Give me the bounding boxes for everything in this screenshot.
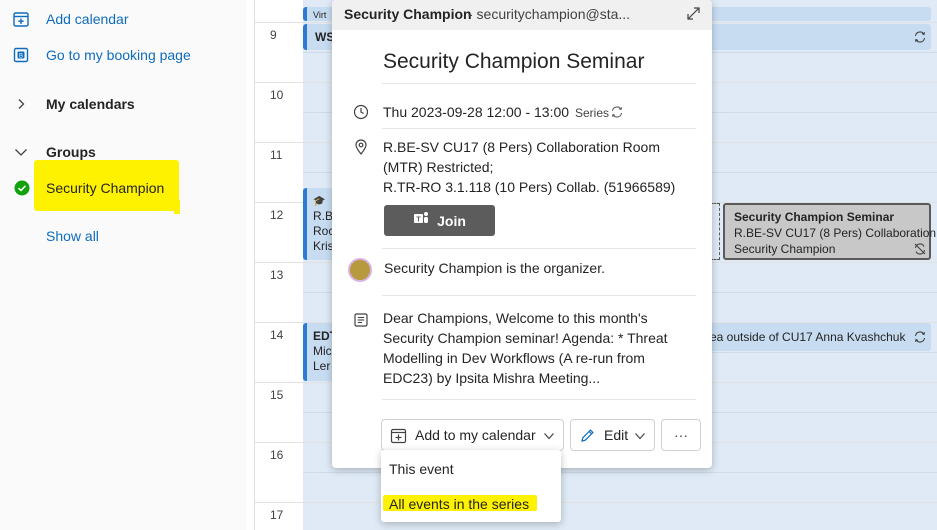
event-line: Ler xyxy=(313,359,331,373)
show-all-link[interactable]: Show all xyxy=(0,226,246,246)
location-pin-icon xyxy=(352,138,370,156)
sidebar: Add calendar B Go to my booking page My … xyxy=(0,0,246,530)
hour-label: 11 xyxy=(270,148,283,162)
chevron-down-icon xyxy=(634,429,646,445)
calendar-event-edt[interactable]: EDT Mic Ler xyxy=(303,323,335,381)
booking-page-label: Go to my booking page xyxy=(46,47,191,63)
menu-item-all-events[interactable]: All events in the series xyxy=(389,496,529,512)
add-to-calendar-dropdown: This event All events in the series xyxy=(381,450,561,522)
chevron-right-icon xyxy=(12,95,30,113)
teams-icon: T xyxy=(413,210,429,231)
event-datetime: Thu 2023-09-28 12:00 - 13:00 xyxy=(383,104,570,120)
join-label: Join xyxy=(437,212,466,229)
selected-event[interactable]: Security Champion Seminar R.BE-SV CU17 (… xyxy=(723,203,936,260)
calendar-add-icon xyxy=(390,427,407,447)
groups-label: Groups xyxy=(46,144,96,160)
join-button[interactable]: T Join xyxy=(384,205,495,236)
divider xyxy=(382,128,696,129)
menu-item-this-event[interactable]: This event xyxy=(389,461,454,477)
recurrence-icon xyxy=(913,330,927,347)
hour-line xyxy=(254,502,937,503)
avatar xyxy=(348,258,372,282)
organizer-text: Security Champion is the organizer. xyxy=(384,260,605,276)
hour-label: 10 xyxy=(270,88,284,102)
location-line: R.BE-SV CU17 (8 Pers) Collaboration Room xyxy=(383,139,660,155)
description-line: Modelling in Dev Workflows (A re-run fro… xyxy=(383,350,645,366)
popup-calendar-name: Security Champion xyxy=(344,6,472,22)
event-title: Virt xyxy=(313,10,327,20)
notes-icon xyxy=(352,311,370,329)
edit-button[interactable]: Edit xyxy=(570,419,655,451)
popup-calendar-email: - securitychampion@sta... xyxy=(468,6,631,22)
add-to-calendar-button[interactable]: Add to my calendar xyxy=(381,419,564,451)
edit-label: Edit xyxy=(604,427,629,443)
hour-label: 16 xyxy=(270,448,284,462)
hour-label: 13 xyxy=(270,268,284,282)
divider xyxy=(382,83,696,84)
recurrence-icon xyxy=(913,30,927,47)
booking-icon: B xyxy=(12,46,30,64)
event-title: Security Champion Seminar xyxy=(383,50,645,73)
calendar-event-right-14[interactable]: ea outside of CU17 Anna Kvashchuk xyxy=(700,323,931,351)
event-location: R.BE-SV CU17 (8 Pers) Collaboration xyxy=(734,226,937,240)
event-organizer: Security Champion xyxy=(734,242,836,256)
my-calendars-label: My calendars xyxy=(46,96,135,112)
series-label: Series xyxy=(575,106,610,120)
hour-label: 9 xyxy=(270,28,277,42)
add-calendar-item[interactable]: Add calendar xyxy=(0,9,246,29)
location-line: R.TR-RO 3.1.118 (10 Pers) Collab. (51966… xyxy=(383,179,676,195)
recurrence-off-icon xyxy=(913,242,927,259)
checked-circle-icon xyxy=(13,179,31,197)
hour-label: 12 xyxy=(270,208,284,222)
event-popup: Security Champion - securitychampion@sta… xyxy=(332,0,712,468)
cap-icon: 🎓 xyxy=(313,196,326,207)
expand-icon[interactable] xyxy=(686,6,701,24)
divider xyxy=(382,295,696,296)
chevron-down-icon xyxy=(12,143,30,161)
event-line: R.B xyxy=(313,209,334,223)
hour-label: 14 xyxy=(270,328,284,342)
event-title: Security Champion Seminar xyxy=(734,210,895,224)
event-line: EDT xyxy=(313,329,335,343)
hour-label: 17 xyxy=(270,508,284,522)
calendar-event-left-12[interactable]: 🎓 R.B Roc Kris xyxy=(303,188,335,260)
clock-icon xyxy=(352,103,370,121)
description-line: Security Champion seminar! Agenda: * Thr… xyxy=(383,330,668,346)
popup-header: Security Champion - securitychampion@sta… xyxy=(332,0,712,30)
groups-toggle[interactable]: Groups xyxy=(0,142,246,162)
divider xyxy=(382,248,696,249)
svg-text:B: B xyxy=(19,53,23,59)
event-line: ea outside of CU17 Anna Kvashchuk xyxy=(710,330,906,344)
add-to-calendar-label: Add to my calendar xyxy=(415,427,536,443)
add-calendar-label: Add calendar xyxy=(46,11,129,27)
group-item-security-champion[interactable]: Security Champion xyxy=(0,177,246,199)
divider xyxy=(382,399,696,400)
more-options-button[interactable]: ··· xyxy=(661,419,701,451)
recurrence-icon xyxy=(610,105,624,124)
svg-text:T: T xyxy=(416,216,421,223)
my-calendars-toggle[interactable]: My calendars xyxy=(0,94,246,114)
show-all-label: Show all xyxy=(46,228,99,244)
event-line: Mic xyxy=(313,344,332,358)
event-line: Roc xyxy=(313,224,335,238)
description-line: Dear Champions, Welcome to this month's xyxy=(383,310,648,326)
group-item-label: Security Champion xyxy=(46,180,165,196)
booking-page-item[interactable]: B Go to my booking page xyxy=(0,45,246,65)
hour-label: 15 xyxy=(270,388,284,402)
calendar-add-icon xyxy=(12,10,30,28)
pencil-icon xyxy=(579,427,596,447)
location-line: (MTR) Restricted; xyxy=(383,159,494,175)
description-line: EDC23) by Ipsita Mishra Meeting... xyxy=(383,370,601,386)
highlight-marker-tail xyxy=(174,200,180,214)
event-line: Kris xyxy=(313,239,334,253)
more-options-label: ··· xyxy=(674,427,688,443)
chevron-down-icon xyxy=(543,429,555,445)
